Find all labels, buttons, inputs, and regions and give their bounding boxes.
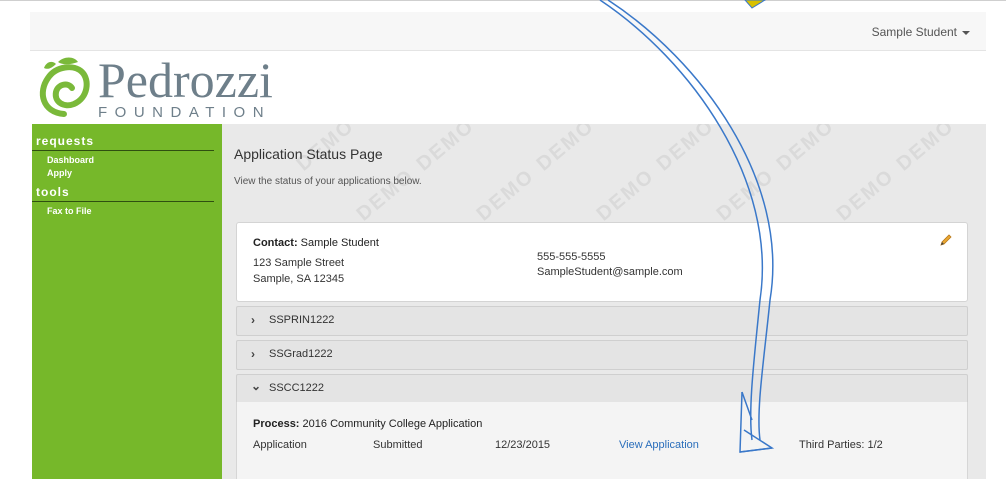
application-detail-panel: Process: 2016 Community College Applicat… bbox=[236, 402, 968, 479]
logo-subtitle: FOUNDATION bbox=[98, 104, 272, 121]
edit-pencil-icon[interactable] bbox=[939, 233, 953, 247]
user-menu-dropdown[interactable]: Sample Student bbox=[872, 25, 970, 39]
application-row-sscc[interactable]: ⌄ SSCC1222 bbox=[236, 374, 968, 404]
contact-name: Sample Student bbox=[300, 237, 379, 249]
sidebar-section-tools: tools bbox=[32, 179, 214, 202]
demo-watermark: DEMO bbox=[652, 124, 719, 176]
top-navbar: Sample Student bbox=[30, 12, 986, 51]
third-parties-count: Third Parties: 1/2 bbox=[799, 439, 883, 451]
leaf-logo-icon bbox=[39, 57, 90, 117]
application-code: SSPRIN1222 bbox=[269, 314, 335, 326]
sidebar-section-requests: requests bbox=[32, 124, 214, 151]
application-row-ssgrad[interactable]: › SSGrad1222 bbox=[236, 340, 968, 370]
process-row: Process: 2016 Community College Applicat… bbox=[253, 418, 482, 430]
process-name: 2016 Community College Application bbox=[302, 418, 483, 430]
chevron-down-icon: ⌄ bbox=[251, 379, 262, 393]
sidebar-item-dashboard[interactable]: Dashboard bbox=[32, 151, 222, 166]
demo-watermark: DEMO bbox=[412, 124, 479, 176]
application-code: SSCC1222 bbox=[269, 382, 325, 394]
contact-email: SampleStudent@sample.com bbox=[537, 266, 683, 278]
contact-address-line2: Sample, SA 12345 bbox=[253, 273, 345, 285]
demo-watermark: DEMO bbox=[592, 164, 659, 226]
sidebar: requests Dashboard Apply tools Fax to Fi… bbox=[32, 124, 222, 479]
detail-type: Application bbox=[253, 439, 307, 451]
contact-phone: 555-555-5555 bbox=[537, 251, 606, 263]
application-row-sspr[interactable]: › SSPRIN1222 bbox=[236, 306, 968, 336]
application-code: SSGrad1222 bbox=[269, 348, 333, 360]
contact-label: Contact: bbox=[253, 237, 298, 249]
demo-watermark: DEMO bbox=[832, 164, 899, 226]
demo-watermark: DEMO bbox=[892, 124, 959, 176]
contact-address-line1: 123 Sample Street bbox=[253, 257, 345, 269]
contact-label-row: Contact: Sample Student bbox=[253, 237, 379, 249]
chevron-right-icon: › bbox=[251, 313, 255, 327]
sidebar-item-apply[interactable]: Apply bbox=[32, 166, 222, 179]
process-label: Process: bbox=[253, 418, 300, 430]
sidebar-item-fax-to-file[interactable]: Fax to File bbox=[32, 202, 222, 217]
demo-watermark: DEMO bbox=[532, 124, 599, 176]
user-name: Sample Student bbox=[871, 25, 957, 39]
page-subtitle: View the status of your applications bel… bbox=[234, 176, 422, 187]
detail-date: 12/23/2015 bbox=[495, 439, 551, 451]
caret-down-icon bbox=[962, 30, 970, 35]
foundation-logo: Pedrozzi FOUNDATION bbox=[34, 52, 334, 124]
logo-name: Pedrozzi bbox=[98, 52, 273, 108]
demo-watermark: DEMO bbox=[772, 124, 839, 176]
main-content: DEMO DEMO DEMO DEMO DEMO DEMO DEMO DEMO … bbox=[222, 124, 986, 479]
view-application-link[interactable]: View Application bbox=[619, 439, 699, 451]
top-divider bbox=[0, 0, 1006, 1]
contact-card: Contact: Sample Student 123 Sample Stree… bbox=[236, 222, 968, 302]
demo-watermark: DEMO bbox=[352, 164, 419, 226]
chevron-right-icon: › bbox=[251, 347, 255, 361]
demo-watermark: DEMO bbox=[472, 164, 539, 226]
demo-watermark: DEMO bbox=[712, 164, 779, 226]
detail-status: Submitted bbox=[373, 439, 423, 451]
page-title: Application Status Page bbox=[234, 146, 383, 162]
